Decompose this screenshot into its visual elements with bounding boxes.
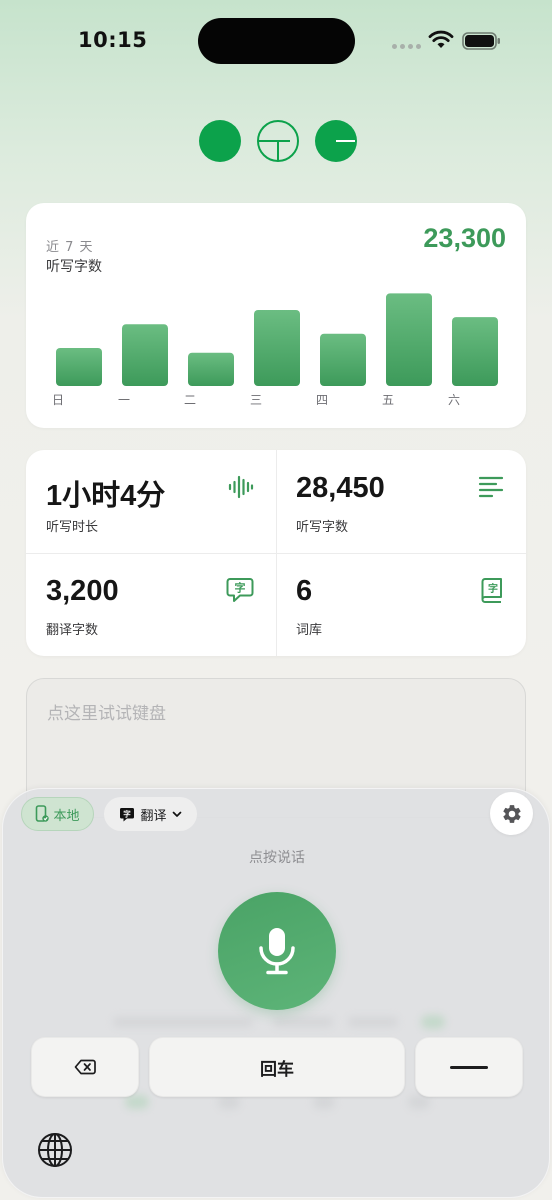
app-logo [198, 119, 358, 163]
stats-card: 1小时4分 听写时长 28,450 听写字数 3,200 翻译字数 字 6 词库… [26, 450, 526, 656]
stat-duration: 1小时4分 听写时长 [26, 450, 276, 553]
chart-tick-label-1: 一 [118, 393, 130, 407]
chart-tick-label-6: 六 [448, 393, 460, 407]
stat-dictation-value: 28,450 [296, 472, 385, 504]
translate-mode-dropdown[interactable]: 字 翻译 [104, 797, 197, 831]
text-lines-icon [478, 476, 504, 498]
translate-bubble-icon: 字 [226, 578, 254, 602]
keyboard-ghost [218, 1095, 240, 1109]
wifi-icon [428, 30, 454, 48]
chart-bar-6 [452, 317, 498, 386]
chart-bar-4 [320, 333, 366, 386]
gear-icon [502, 804, 521, 823]
status-bar: 10:15 [0, 0, 552, 80]
book-icon: 字 [481, 578, 502, 603]
local-mode-chip[interactable]: 本地 [21, 797, 94, 831]
bar-chart: 日一二三四五六 [52, 293, 498, 407]
microphone-button[interactable] [218, 892, 336, 1010]
stat-dictation-chars: 28,450 听写字数 [276, 450, 526, 553]
keyboard-ghost [273, 1017, 333, 1027]
backspace-key[interactable] [31, 1037, 139, 1097]
stat-vocabulary-label: 词库 [296, 623, 323, 638]
chevron-down-icon [172, 811, 181, 817]
stat-duration-label: 听写时长 [46, 520, 99, 535]
logo-dot-icon [199, 120, 241, 162]
cellular-signal-icon [392, 44, 421, 49]
keyboard-ghost [313, 1095, 335, 1109]
stat-dictation-label: 听写字数 [296, 520, 349, 535]
local-phone-icon [36, 805, 50, 822]
tap-to-speak-hint: 点按说话 [249, 850, 305, 866]
microphone-icon [259, 928, 295, 975]
space-key[interactable] [415, 1037, 523, 1097]
stat-translation-chars: 3,200 翻译字数 字 [26, 553, 276, 656]
translate-badge-icon: 字 [120, 807, 135, 821]
stat-translation-value: 3,200 [46, 575, 119, 607]
enter-key[interactable]: 回车 [149, 1037, 405, 1097]
stat-translation-label: 翻译字数 [46, 623, 99, 638]
switch-keyboard-button[interactable] [36, 1131, 74, 1169]
chart-bar-1 [122, 324, 168, 386]
chart-bar-3 [254, 310, 300, 386]
svg-text:字: 字 [488, 582, 498, 595]
keyboard-ghost [113, 1017, 253, 1027]
keyboard-ghost [408, 1095, 430, 1109]
space-bar-icon [450, 1065, 488, 1069]
local-mode-label: 本地 [53, 808, 80, 824]
logo-half-icon [315, 120, 357, 162]
logo-ring-icon [257, 120, 299, 162]
waveform-icon [228, 475, 254, 499]
chart-tick-label-3: 三 [250, 393, 262, 407]
chart-tick-label-4: 四 [316, 393, 328, 407]
chart-tick-label-5: 五 [382, 393, 394, 407]
keyboard-ghost [421, 1015, 445, 1029]
globe-icon [38, 1133, 72, 1167]
backspace-icon [74, 1059, 96, 1075]
stat-duration-value: 1小时4分 [46, 480, 166, 512]
weekly-chart-card: 近 7 天 听写字数 23,300 日一二三四五六 [26, 203, 526, 428]
settings-button[interactable] [490, 792, 533, 835]
stat-vocabulary-value: 6 [296, 575, 313, 607]
svg-text:字: 字 [235, 581, 246, 595]
chart-tick-label-2: 二 [184, 393, 196, 407]
translate-mode-label: 翻译 [140, 808, 167, 824]
status-time: 10:15 [78, 28, 148, 52]
stat-vocabulary: 6 词库 字 [276, 553, 526, 656]
chart-bar-5 [386, 293, 432, 386]
chart-bar-0 [56, 348, 102, 386]
keyboard-ghost [125, 1095, 149, 1109]
voice-keyboard: 本地 字 翻译 点按说话 回车 [2, 788, 550, 1198]
svg-text:字: 字 [124, 808, 132, 818]
keyboard-ghost [348, 1017, 398, 1027]
battery-icon [462, 32, 500, 50]
chart-bar-2 [188, 352, 234, 386]
dynamic-island [198, 18, 355, 64]
chart-tick-label-0: 日 [52, 393, 64, 407]
